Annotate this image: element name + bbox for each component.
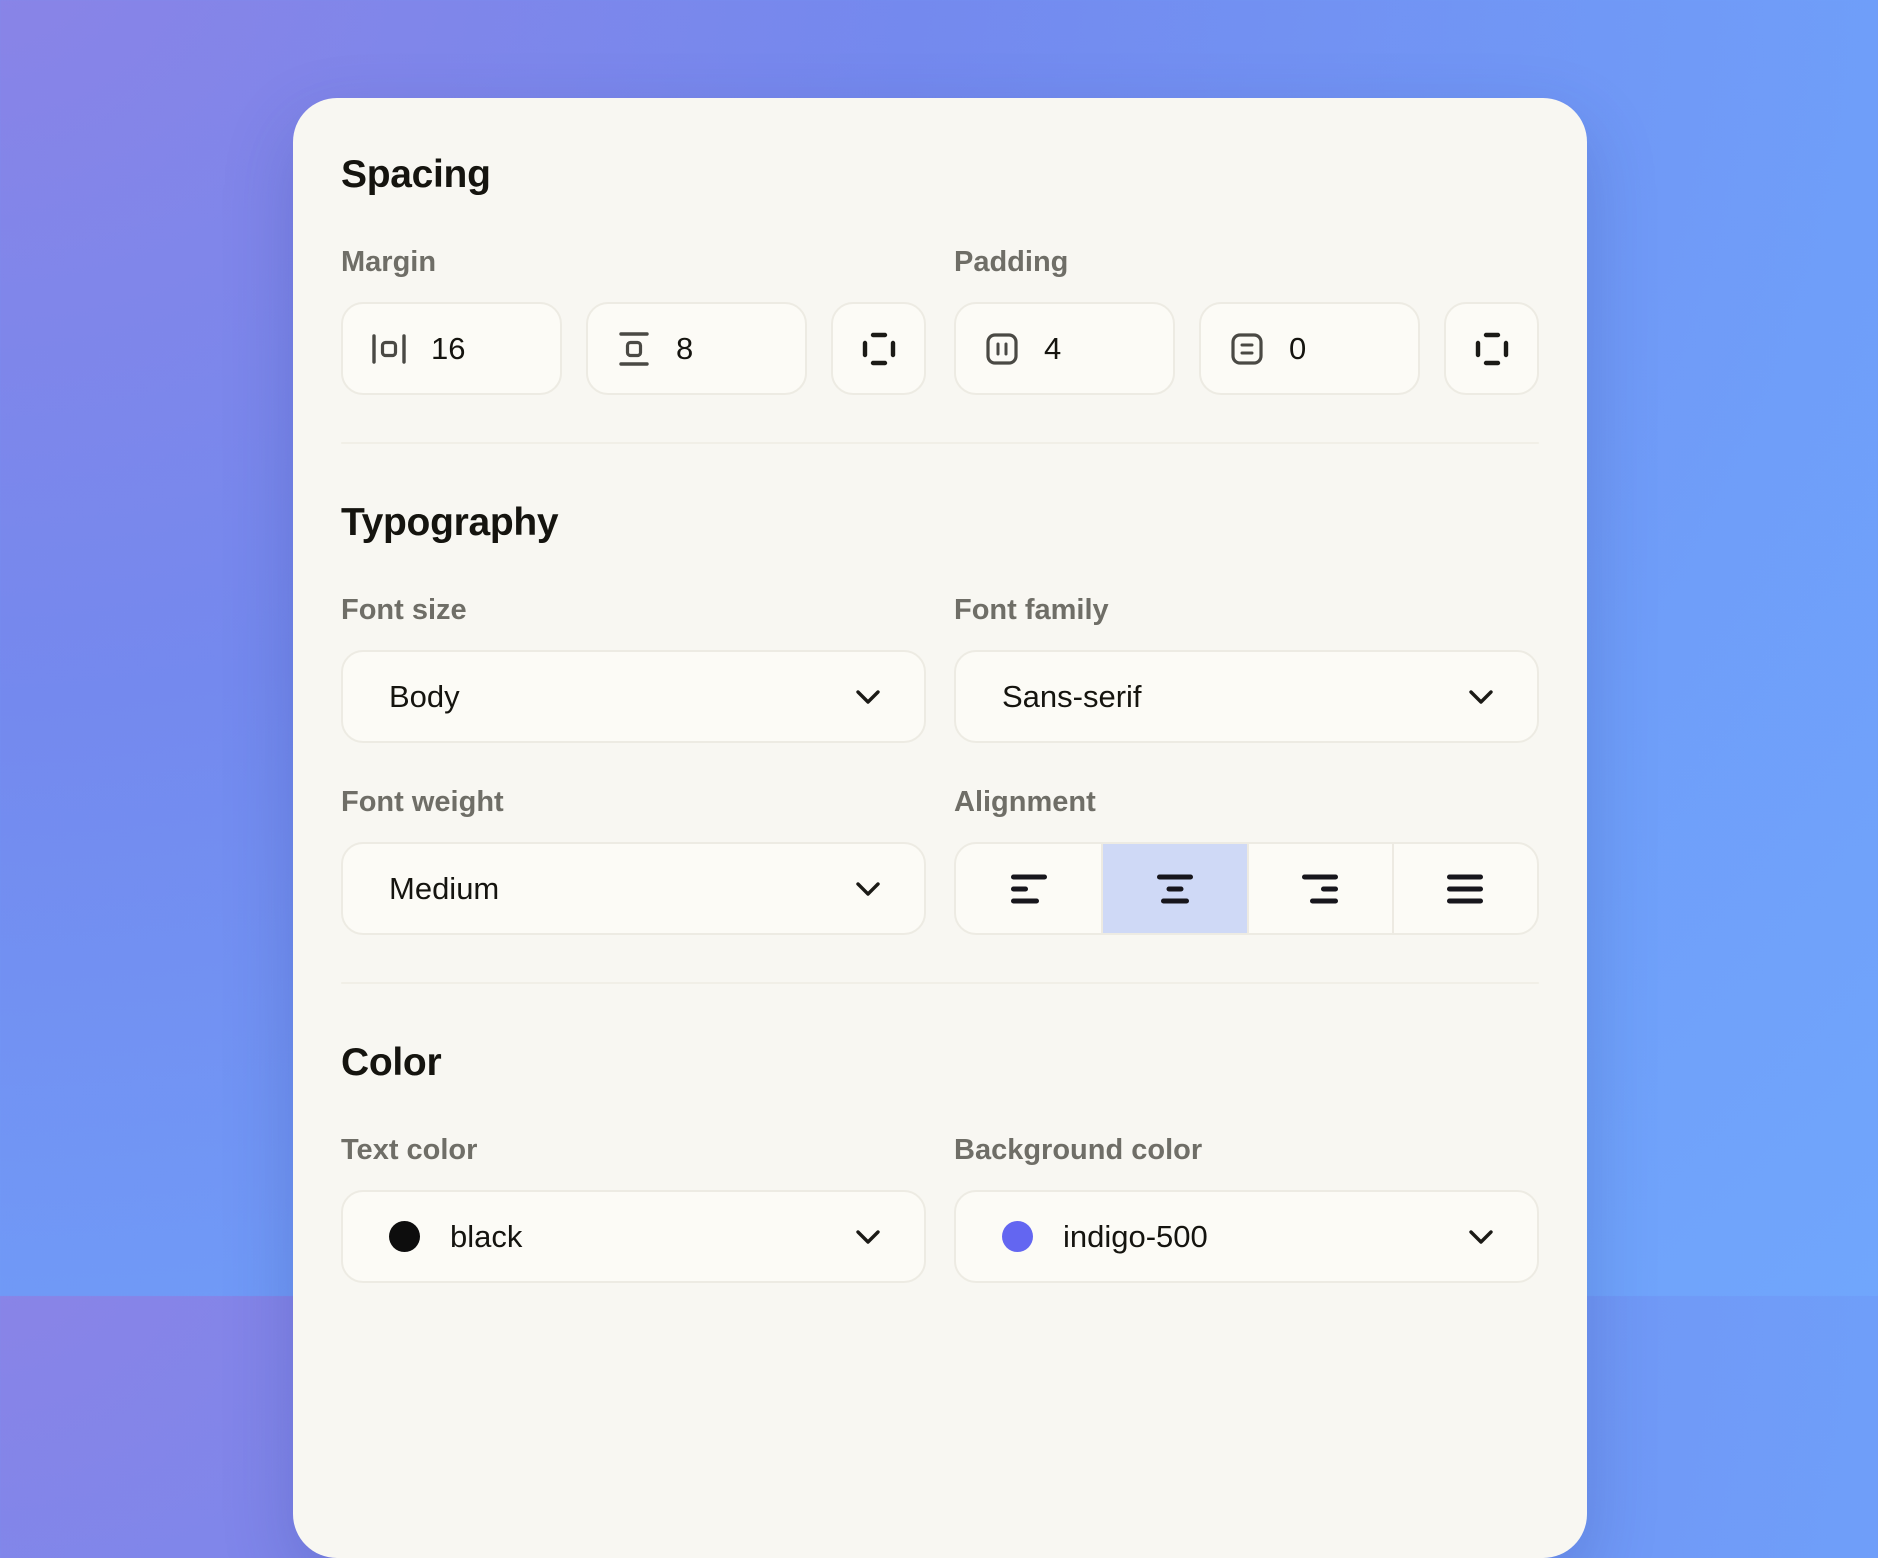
margin-label: Margin <box>341 244 926 280</box>
padding-horizontal-input[interactable]: 4 <box>954 302 1175 395</box>
margin-individual-sides-button[interactable] <box>831 302 926 395</box>
individual-sides-icon <box>859 329 899 369</box>
font-weight-value: Medium <box>389 871 499 907</box>
text-color-value: black <box>450 1219 522 1255</box>
individual-sides-icon <box>1472 329 1512 369</box>
typography-section-title: Typography <box>341 500 1539 546</box>
margin-horizontal-value: 16 <box>431 331 465 367</box>
section-divider <box>341 442 1539 444</box>
alignment-field: Alignment <box>954 784 1539 935</box>
align-justify-button[interactable] <box>1392 844 1537 933</box>
padding-horizontal-icon <box>982 329 1022 369</box>
chevron-down-icon <box>854 1229 882 1245</box>
font-size-label: Font size <box>341 592 926 628</box>
align-right-icon <box>1300 872 1340 906</box>
font-size-select[interactable]: Body <box>341 650 926 743</box>
padding-individual-sides-button[interactable] <box>1444 302 1539 395</box>
padding-vertical-input[interactable]: 0 <box>1199 302 1420 395</box>
spacing-section-title: Spacing <box>341 152 1539 198</box>
text-color-select[interactable]: black <box>341 1190 926 1283</box>
background-color-field: Background color indigo-500 <box>954 1132 1539 1283</box>
margin-field: Margin 16 8 <box>341 244 926 395</box>
font-size-value: Body <box>389 679 460 715</box>
alignment-label: Alignment <box>954 784 1539 820</box>
font-weight-field: Font weight Medium <box>341 784 926 935</box>
margin-vertical-value: 8 <box>676 331 693 367</box>
background-color-select[interactable]: indigo-500 <box>954 1190 1539 1283</box>
align-justify-icon <box>1445 872 1485 906</box>
align-center-button[interactable] <box>1101 844 1246 933</box>
text-color-swatch <box>389 1221 420 1252</box>
padding-horizontal-value: 4 <box>1044 331 1061 367</box>
font-family-select[interactable]: Sans-serif <box>954 650 1539 743</box>
text-color-field: Text color black <box>341 1132 926 1283</box>
align-right-button[interactable] <box>1247 844 1392 933</box>
margin-vertical-input[interactable]: 8 <box>586 302 807 395</box>
chevron-down-icon <box>1467 1229 1495 1245</box>
padding-vertical-value: 0 <box>1289 331 1306 367</box>
background-color-label: Background color <box>954 1132 1539 1168</box>
margin-vertical-icon <box>614 329 654 369</box>
padding-field: Padding 4 0 <box>954 244 1539 395</box>
font-size-field: Font size Body <box>341 592 926 743</box>
color-section-title: Color <box>341 1040 1539 1086</box>
font-weight-select[interactable]: Medium <box>341 842 926 935</box>
background-color-swatch <box>1002 1221 1033 1252</box>
font-family-label: Font family <box>954 592 1539 628</box>
align-left-icon <box>1009 872 1049 906</box>
chevron-down-icon <box>854 881 882 897</box>
font-family-value: Sans-serif <box>1002 679 1142 715</box>
font-weight-label: Font weight <box>341 784 926 820</box>
chevron-down-icon <box>854 689 882 705</box>
padding-label: Padding <box>954 244 1539 280</box>
background-color-value: indigo-500 <box>1063 1219 1208 1255</box>
padding-vertical-icon <box>1227 329 1267 369</box>
font-family-field: Font family Sans-serif <box>954 592 1539 743</box>
chevron-down-icon <box>1467 689 1495 705</box>
text-color-label: Text color <box>341 1132 926 1168</box>
style-inspector-panel: Spacing Margin 16 8 <box>293 98 1587 1558</box>
margin-horizontal-icon <box>369 329 409 369</box>
align-left-button[interactable] <box>956 844 1101 933</box>
margin-horizontal-input[interactable]: 16 <box>341 302 562 395</box>
alignment-segmented-control <box>954 842 1539 935</box>
align-center-icon <box>1155 872 1195 906</box>
section-divider <box>341 982 1539 984</box>
